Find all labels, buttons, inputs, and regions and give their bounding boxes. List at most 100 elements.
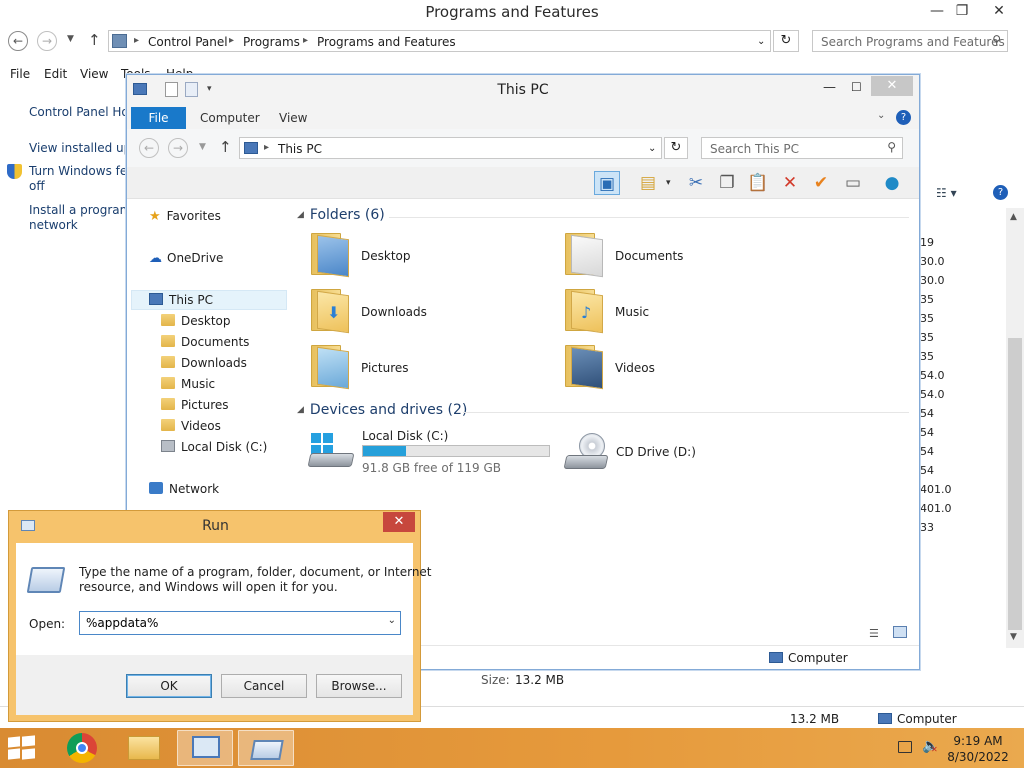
large-icons-view-icon[interactable]	[893, 626, 907, 638]
delete-icon[interactable]: ✕	[777, 171, 803, 195]
nav-local-disk[interactable]: Local Disk (C:)	[161, 440, 267, 454]
rename-icon[interactable]: ▭	[840, 171, 866, 195]
version-cell: 35	[920, 350, 934, 363]
folder-item-pictures[interactable]: Pictures	[311, 343, 541, 391]
nav-pictures[interactable]: Pictures	[161, 398, 229, 412]
folder-item-documents[interactable]: Documents	[565, 231, 795, 279]
nav-desktop[interactable]: Desktop	[161, 314, 231, 328]
up-arrow-icon[interactable]: ↑	[88, 31, 101, 49]
taskbar-run[interactable]	[238, 730, 294, 766]
devices-group-header[interactable]: ◢ Devices and drives (2)	[297, 402, 467, 418]
taskbar-control-panel[interactable]	[177, 730, 233, 766]
system-clock[interactable]: 9:19 AM 8/30/2022	[946, 733, 1010, 765]
disk-usage-bar	[362, 445, 550, 457]
chevron-right-icon: ▸	[264, 142, 270, 153]
address-bar[interactable]: ▸ Control Panel ▸ Programs ▸ Programs an…	[108, 30, 771, 52]
address-bar[interactable]: ▸ This PC ⌄	[239, 137, 662, 159]
scrollbar-thumb[interactable]	[1008, 338, 1022, 630]
maximize-button[interactable]: ☐	[851, 80, 862, 94]
up-arrow-icon[interactable]: ↑	[219, 138, 232, 156]
folder-item-desktop[interactable]: Desktop	[311, 231, 541, 279]
folder-item-videos[interactable]: Videos	[565, 343, 795, 391]
cancel-button[interactable]: Cancel	[221, 674, 307, 698]
chevron-down-icon[interactable]: ⌄	[648, 143, 656, 154]
minimize-button[interactable]: —	[823, 80, 836, 95]
details-view-icon[interactable]: ☰	[869, 627, 879, 640]
back-icon[interactable]: ←	[8, 31, 28, 51]
open-input[interactable]: %appdata%	[86, 616, 158, 630]
drive-item-cd[interactable]: CD Drive (D:)	[563, 427, 763, 475]
nav-onedrive[interactable]: ☁ OneDrive	[149, 251, 223, 266]
search-input[interactable]: Search This PC ⚲	[701, 137, 903, 159]
expand-ribbon-icon[interactable]: ⌄	[877, 110, 885, 121]
breadcrumb-programs-and-features[interactable]: Programs and Features	[317, 35, 456, 49]
version-cell: 54	[920, 426, 934, 439]
view-installed-updates-link[interactable]: View installed upd	[29, 141, 139, 156]
cut-icon[interactable]: ✂	[683, 171, 709, 195]
install-program-link-line2[interactable]: network	[29, 218, 78, 233]
nav-documents[interactable]: Documents	[161, 335, 249, 349]
help-icon[interactable]: ?	[993, 185, 1008, 200]
folders-group-header[interactable]: ◢ Folders (6)	[297, 207, 385, 223]
search-input[interactable]: Search Programs and Features ⚲	[812, 30, 1008, 52]
chevron-down-icon[interactable]: ⌄	[388, 615, 396, 626]
back-icon[interactable]: ←	[139, 138, 159, 158]
control-panel-home-link[interactable]: Control Panel Hom	[29, 105, 140, 120]
close-button[interactable]: ✕	[871, 76, 913, 96]
close-button[interactable]: ✕	[383, 512, 415, 532]
nav-music[interactable]: Music	[161, 377, 215, 391]
start-button[interactable]	[8, 735, 36, 760]
breadcrumb-control-panel[interactable]: Control Panel	[148, 35, 228, 49]
globe-icon[interactable]: ●	[879, 171, 905, 195]
tab-computer[interactable]: Computer	[200, 111, 260, 125]
folder-item-downloads[interactable]: ⬇ Downloads	[311, 287, 541, 335]
dialog-body	[16, 543, 413, 655]
help-icon[interactable]: ?	[896, 110, 911, 125]
maximize-button[interactable]: ❐	[945, 0, 979, 22]
collapse-arrow-icon: ◢	[297, 405, 304, 415]
menu-edit[interactable]: Edit	[44, 67, 67, 81]
check-icon[interactable]: ✔	[808, 171, 834, 195]
recent-locations-icon[interactable]: ▼	[67, 34, 74, 44]
chevron-down-icon[interactable]: ▾	[666, 178, 671, 188]
chevron-down-icon[interactable]: ⌄	[757, 36, 765, 47]
tab-view[interactable]: View	[279, 111, 307, 125]
nav-downloads[interactable]: Downloads	[161, 356, 247, 370]
close-button[interactable]: ✕	[982, 0, 1016, 22]
ok-button[interactable]: OK	[126, 674, 212, 698]
scroll-up-icon[interactable]: ▲	[1010, 212, 1017, 222]
group-divider	[389, 217, 909, 218]
turn-windows-features-link[interactable]: Turn Windows fea	[29, 164, 135, 179]
forward-icon[interactable]: →	[168, 138, 188, 158]
music-folder-icon: ♪	[565, 289, 603, 334]
nav-favorites[interactable]: ★ Favorites	[149, 209, 221, 224]
menu-view[interactable]: View	[80, 67, 108, 81]
nav-network[interactable]: Network	[149, 482, 219, 496]
nav-videos[interactable]: Videos	[161, 419, 221, 433]
paste-icon[interactable]: 📋	[745, 171, 771, 195]
view-options-icon[interactable]: ☷ ▾	[936, 186, 957, 200]
refresh-icon[interactable]: ↻	[664, 137, 688, 159]
turn-windows-features-link-line2[interactable]: off	[29, 179, 45, 194]
recent-locations-icon[interactable]: ▼	[199, 142, 206, 152]
status-size: 13.2 MB	[790, 712, 840, 726]
scroll-down-icon[interactable]: ▼	[1010, 632, 1017, 642]
refresh-icon[interactable]: ↻	[773, 30, 799, 52]
network-icon[interactable]	[898, 741, 912, 753]
tab-file[interactable]: File	[131, 107, 186, 129]
install-program-link[interactable]: Install a program	[29, 203, 131, 218]
folder-item-music[interactable]: ♪ Music	[565, 287, 795, 335]
drive-item-local-disk[interactable]: Local Disk (C:) 91.8 GB free of 119 GB	[307, 427, 559, 475]
taskbar-chrome[interactable]	[54, 730, 110, 766]
menu-file[interactable]: File	[10, 67, 30, 81]
breadcrumb-programs[interactable]: Programs	[243, 35, 300, 49]
browse-button[interactable]: Browse...	[316, 674, 402, 698]
preview-pane-icon[interactable]: ▣	[594, 171, 620, 195]
taskbar-file-explorer[interactable]	[116, 730, 172, 766]
open-combobox[interactable]: %appdata% ⌄	[79, 611, 401, 635]
nav-this-pc[interactable]: This PC	[149, 293, 213, 307]
properties-icon[interactable]: ▤	[635, 171, 661, 195]
forward-icon[interactable]: →	[37, 31, 57, 51]
copy-icon[interactable]: ❐	[714, 171, 740, 195]
breadcrumb-this-pc[interactable]: This PC	[278, 142, 322, 156]
